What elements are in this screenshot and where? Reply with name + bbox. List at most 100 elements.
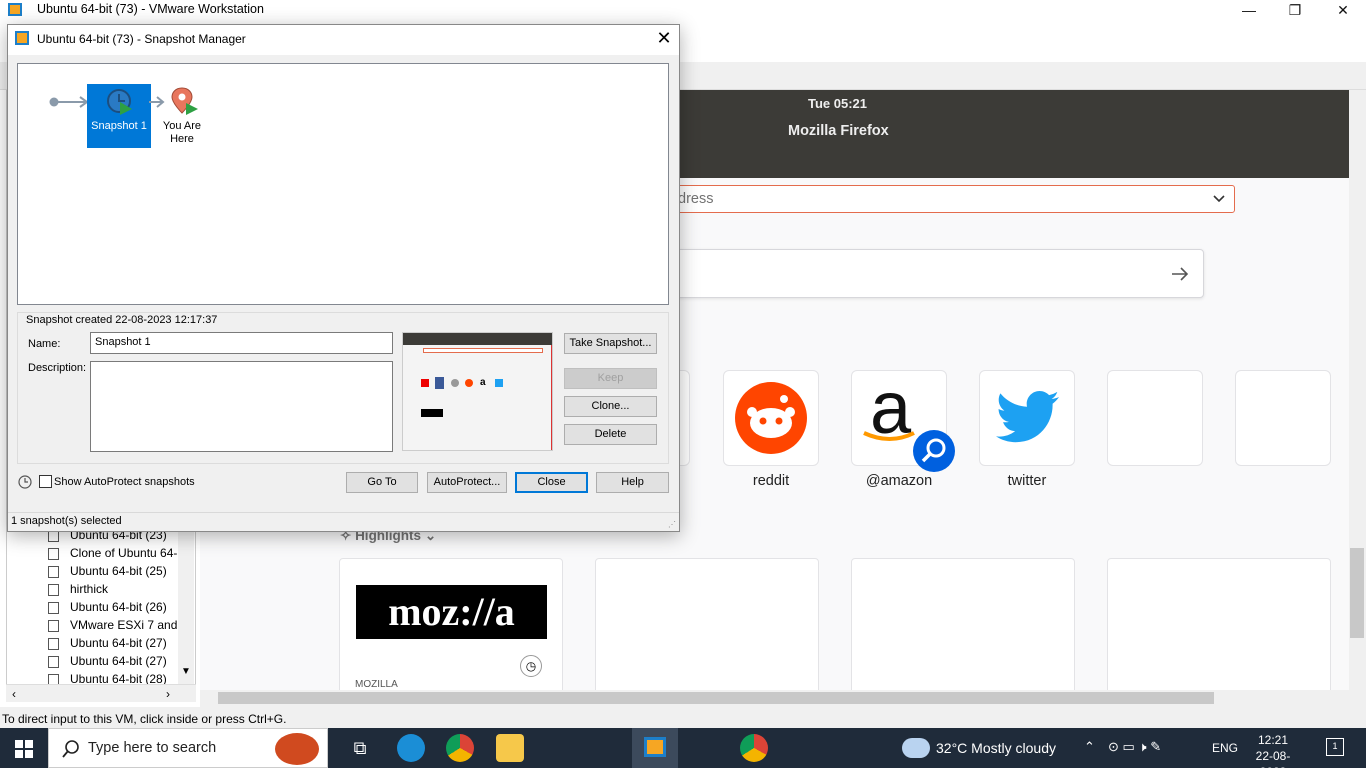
highlight-card-empty-3[interactable] [1107,558,1331,698]
help-button[interactable]: Help [596,472,669,493]
guest-search-box[interactable] [660,249,1204,298]
snapshot-description-field[interactable] [90,361,393,452]
thumb-youtube-icon [421,379,429,387]
highlight-card-empty-1[interactable] [595,558,819,698]
library-item[interactable]: Ubuntu 64-bit (27) [48,653,183,671]
chrome-profile-icon[interactable] [740,734,768,762]
autoprotect-button[interactable]: AutoProtect... [427,472,507,493]
delete-button[interactable]: Delete [564,424,657,445]
vm-vscrollbar[interactable] [1349,90,1366,690]
window-title: Ubuntu 64-bit (73) - VMware Workstation [37,2,264,16]
vm-icon [48,620,59,632]
library-item-label: Clone of Ubuntu 64- [70,546,178,560]
highlight-card-empty-2[interactable] [851,558,1075,698]
library-item-label: hirthick [70,582,109,596]
thumb-amazon-icon: a [480,377,486,388]
tree-arrow-connector [149,96,165,108]
go-to-button[interactable]: Go To [346,472,418,493]
twitter-bird-icon [996,391,1059,443]
keep-button[interactable]: Keep [564,368,657,389]
scroll-right-icon[interactable]: › [166,687,170,701]
clock-time: 12:21 [1257,733,1289,747]
top-site-amazon[interactable]: a [851,366,955,472]
arrow-right-icon[interactable] [1171,266,1189,282]
highlight-source: MOZILLA [355,679,398,690]
top-site-label-reddit: reddit [752,473,790,489]
vm-hscroll-thumb[interactable] [218,692,1214,704]
library-item[interactable]: Clone of Ubuntu 64- [48,545,183,563]
language-indicator[interactable]: ENG [1212,741,1238,755]
vm-icon [48,656,59,668]
search-badge-icon [913,430,955,472]
autoprotect-history-icon [18,475,32,489]
clone-button[interactable]: Clone... [564,396,657,417]
library-list: Ubuntu 64-bit (23) Clone of Ubuntu 64- Ubu… [8,527,183,687]
top-site-label-amazon: @amazon [865,473,933,489]
library-item-label: VMware ESXi 7 and la [70,618,183,632]
top-site-empty-1[interactable] [1107,370,1203,466]
snapshot-clock-icon [107,89,132,115]
name-label: Name: [28,338,61,350]
vm-vscroll-thumb[interactable] [1350,548,1364,638]
vm-icon [48,566,59,578]
vm-icon [48,584,59,596]
scroll-down-icon[interactable]: ▼ [181,666,191,677]
close-button[interactable]: ✕ [1320,0,1366,22]
guest-address-bar[interactable] [660,185,1235,213]
library-item[interactable]: VMware ESXi 7 and la [48,617,183,635]
thumb-twitter-icon [495,379,503,387]
library-item-label: Ubuntu 64-bit (27) [70,654,167,668]
dialog-title: Ubuntu 64-bit (73) - Snapshot Manager [37,32,246,46]
take-snapshot-button[interactable]: Take Snapshot... [564,333,657,354]
vmware-taskbar-active[interactable] [632,728,678,768]
library-item[interactable]: Ubuntu 64-bit (27) [48,635,183,653]
tree-root-connector [49,96,89,108]
top-site-empty-2[interactable] [1235,370,1331,466]
amazon-smile-icon [863,431,915,441]
notification-icon[interactable]: 1 [1326,738,1344,756]
task-view-icon[interactable]: ⧉ [346,734,374,762]
maximize-button[interactable]: ❐ [1272,0,1318,22]
chrome-icon[interactable] [446,734,474,762]
minimize-button[interactable]: — [1226,0,1272,22]
thumb-addressbar [423,348,543,353]
vm-icon [48,548,59,560]
library-item[interactable]: Ubuntu 64-bit (26) [48,599,183,617]
you-are-here-label: You Are Here [162,120,202,145]
mozilla-logo: moz://a [356,585,547,639]
tray-icons[interactable]: ⊙ ▭ 🕨 ✎ [1108,739,1161,755]
top-site-reddit[interactable] [723,370,819,466]
taskbar-clock[interactable]: 12:21 22-08-2023 [1248,732,1298,780]
clock-icon: ◷ [520,655,542,677]
library-hscrollbar[interactable]: ‹ › [6,684,196,702]
library-item-label: Ubuntu 64-bit (25) [70,564,167,578]
edge-icon[interactable] [397,734,425,762]
highlight-card-mozilla[interactable]: moz://a ◷ MOZILLA [339,558,563,698]
library-item-label: Ubuntu 64-bit (27) [70,636,167,650]
close-dialog-button[interactable]: Close [515,472,588,493]
vm-icon [48,602,59,614]
scroll-left-icon[interactable]: ‹ [12,687,16,701]
weather-cloud-icon [902,738,930,758]
thumb-facebook-icon [435,377,444,389]
library-item[interactable]: hirthick [48,581,183,599]
guest-app-title: Mozilla Firefox [788,123,889,139]
statusbar-text: To direct input to this VM, click inside… [2,712,287,726]
show-autoprotect-checkbox[interactable] [39,475,52,488]
snapshot-name-field[interactable]: Snapshot 1 [90,332,393,354]
top-site-twitter[interactable] [979,370,1075,466]
file-explorer-icon[interactable] [496,734,524,762]
library-vscrollbar[interactable]: ▼ [178,520,194,685]
dialog-close-button[interactable]: ✕ [652,28,676,50]
library-item[interactable]: Ubuntu 64-bit (25) [48,563,183,581]
chevron-up-icon[interactable]: ⌃ [1084,739,1095,755]
guest-clock: Tue 05:21 [808,96,868,111]
windows-start-icon[interactable] [15,740,33,758]
resize-grip-icon[interactable]: ⋰ [668,520,676,529]
description-label: Description: [28,362,87,374]
thumb-mozilla-icon [421,409,443,417]
snapshot-node[interactable] [87,84,151,148]
weather-text[interactable]: 32°C Mostly cloudy [936,740,1056,756]
chevron-down-icon[interactable] [1213,195,1225,203]
taskbar-search-placeholder: Type here to search [88,740,217,756]
